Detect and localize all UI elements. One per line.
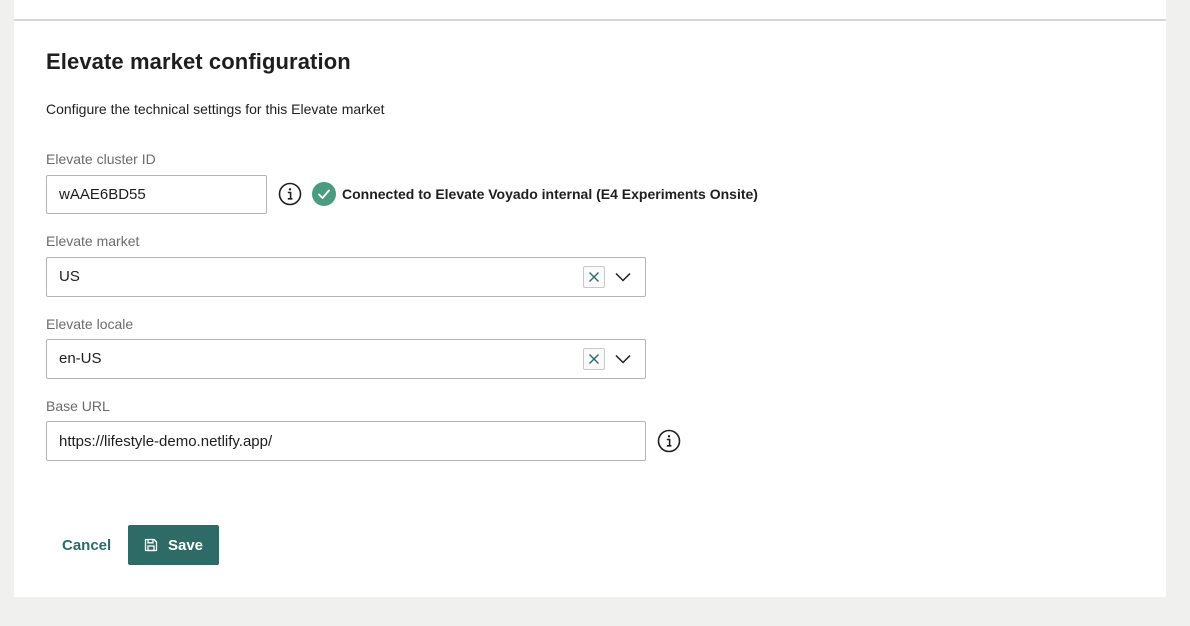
chevron-down-icon[interactable] [615, 270, 631, 284]
market-select[interactable]: US [46, 257, 646, 297]
base-url-label: Base URL [46, 398, 110, 414]
cancel-button[interactable]: Cancel [54, 525, 119, 565]
info-icon[interactable] [278, 182, 302, 206]
market-label: Elevate market [46, 233, 140, 249]
page-subtitle: Configure the technical settings for thi… [46, 101, 385, 117]
locale-label: Elevate locale [46, 316, 134, 332]
connection-status-text: Connected to Elevate Voyado internal (E4… [342, 186, 758, 202]
save-button-label: Save [167, 536, 204, 554]
previous-card [14, 0, 1166, 21]
base-url-input[interactable] [46, 421, 646, 461]
cluster-id-label: Elevate cluster ID [46, 151, 156, 167]
locale-select[interactable]: en-US [46, 339, 646, 379]
close-icon[interactable] [583, 348, 605, 370]
info-icon[interactable] [657, 429, 681, 453]
locale-select-value: en-US [59, 350, 102, 367]
cluster-id-input[interactable] [46, 175, 267, 214]
close-icon[interactable] [583, 266, 605, 288]
page-title: Elevate market configuration [46, 49, 351, 74]
floppy-disk-icon [144, 538, 158, 552]
connection-status: Connected to Elevate Voyado internal (E4… [312, 182, 758, 206]
market-config-card: Elevate market configuration Configure t… [14, 21, 1166, 597]
check-circle-icon [312, 182, 336, 206]
chevron-down-icon[interactable] [615, 352, 631, 366]
save-button[interactable]: Save [128, 525, 219, 565]
market-select-value: US [59, 268, 80, 285]
